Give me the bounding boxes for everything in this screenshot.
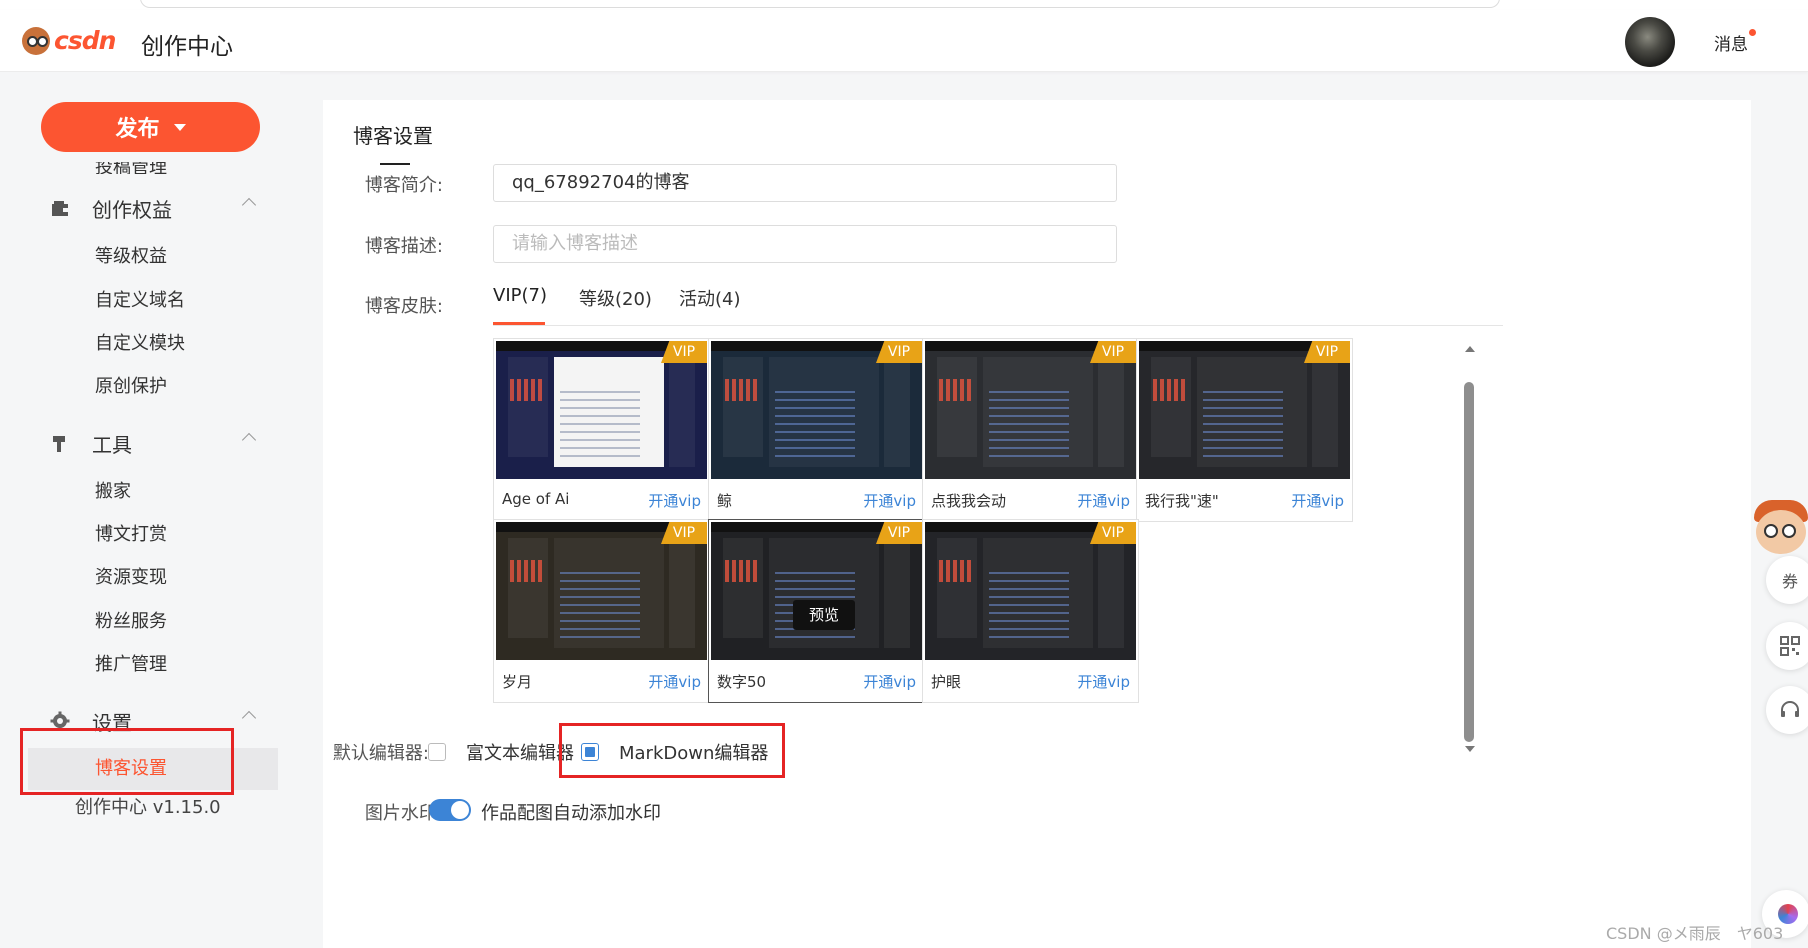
skin-name: 岁月 bbox=[502, 673, 533, 691]
skin-name: 鲸 bbox=[717, 492, 733, 510]
sidebar-item-custom-domain[interactable]: 自定义域名 bbox=[95, 286, 185, 312]
open-vip-link[interactable]: 开通vip bbox=[1291, 490, 1344, 511]
skin-card[interactable]: VIP 鲸 开通vip bbox=[708, 338, 925, 522]
open-vip-link[interactable]: 开通vip bbox=[863, 671, 916, 692]
mascot-icon bbox=[22, 26, 50, 55]
richtext-checkbox[interactable] bbox=[428, 743, 446, 761]
chevron-up-icon[interactable] bbox=[241, 197, 257, 213]
blog-desc-input[interactable]: 请输入博客描述 bbox=[493, 225, 1117, 263]
version-label: 创作中心 v1.15.0 bbox=[75, 797, 221, 818]
customer-service-button[interactable] bbox=[1766, 686, 1808, 734]
sidebar-group-rights[interactable]: 创作权益 bbox=[50, 194, 257, 223]
skin-card[interactable]: VIP 我行我"速" 开通vip bbox=[1136, 338, 1353, 522]
watermark-toggle[interactable] bbox=[429, 799, 471, 821]
scroll-up-icon[interactable] bbox=[1465, 346, 1475, 352]
skin-thumbnail: VIP bbox=[1139, 341, 1350, 479]
editor-label: 默认编辑器: bbox=[332, 743, 429, 764]
sidebar-group-tools[interactable]: 工具 bbox=[50, 429, 257, 458]
skin-thumbnail: VIP bbox=[496, 522, 707, 660]
settings-panel: 博客设置 博客简介: qq_67892704的博客 博客描述: 请输入博客描述 … bbox=[323, 100, 1751, 948]
coupon-button[interactable]: 券 bbox=[1766, 556, 1808, 604]
skin-name: 我行我"速" bbox=[1145, 492, 1219, 510]
highlight-box-markdown bbox=[559, 723, 785, 778]
skin-scrollbar[interactable] bbox=[1461, 338, 1477, 758]
caret-down-icon bbox=[173, 123, 186, 131]
page-title: 博客设置 bbox=[353, 124, 433, 148]
messages-link[interactable]: 消息 bbox=[1714, 30, 1748, 55]
open-vip-link[interactable]: 开通vip bbox=[863, 490, 916, 511]
richtext-label: 富文本编辑器 bbox=[466, 743, 574, 764]
qrcode-icon bbox=[1780, 636, 1800, 656]
desc-label: 博客描述: bbox=[364, 236, 443, 257]
skin-thumbnail: VIP bbox=[496, 341, 707, 479]
publish-button[interactable]: 发布 bbox=[41, 102, 260, 152]
editor-option-richtext[interactable]: 富文本编辑器 bbox=[428, 739, 574, 765]
tool-icon bbox=[50, 433, 72, 455]
logo-text: csdn bbox=[54, 26, 116, 55]
chevron-up-icon[interactable] bbox=[241, 710, 257, 726]
skin-card[interactable]: VIP Age of Ai 开通vip bbox=[493, 338, 710, 522]
skin-thumbnail: VIP 预览 bbox=[711, 522, 922, 660]
message-dot-badge bbox=[1749, 29, 1756, 36]
preview-button[interactable]: 预览 bbox=[793, 600, 855, 630]
skin-card[interactable]: VIP 岁月 开通vip bbox=[493, 519, 710, 703]
sidebar-group-label: 工具 bbox=[92, 433, 132, 457]
mascot-assistant[interactable] bbox=[1750, 494, 1808, 564]
tab-vip[interactable]: VIP(7) bbox=[493, 285, 547, 306]
top-header: csdn 创作中心 消息 bbox=[0, 10, 1808, 72]
sidebar-item-reward[interactable]: 博文打赏 bbox=[95, 520, 167, 546]
publish-label: 发布 bbox=[115, 116, 160, 141]
wallet-icon bbox=[50, 198, 72, 220]
tab-level[interactable]: 等级(20) bbox=[579, 285, 652, 311]
sidebar: 发布 投稿管理 创作权益 等级权益 自定义域名 自定义模块 原创保护 工具 搬家… bbox=[0, 72, 280, 948]
csdn-watermark: CSDN @メ雨辰 ヤ603 bbox=[1606, 924, 1784, 943]
sidebar-item-promotion[interactable]: 推广管理 bbox=[95, 650, 167, 676]
open-vip-link[interactable]: 开通vip bbox=[1077, 490, 1130, 511]
sidebar-item-original-protect[interactable]: 原创保护 bbox=[95, 372, 167, 398]
skin-thumbnail: VIP bbox=[711, 341, 922, 479]
qrcode-button[interactable] bbox=[1766, 622, 1808, 670]
skin-name: 点我我会动 bbox=[931, 492, 1007, 510]
intro-label: 博客简介: bbox=[364, 175, 443, 196]
skin-name: 护眼 bbox=[931, 673, 962, 691]
skin-label: 博客皮肤: bbox=[364, 296, 443, 317]
skin-name: Age of Ai bbox=[502, 490, 570, 508]
open-vip-link[interactable]: 开通vip bbox=[648, 490, 701, 511]
headset-icon bbox=[1781, 701, 1799, 717]
watermark-label: 图片水印: bbox=[364, 803, 443, 824]
skin-card[interactable]: VIP 护眼 开通vip bbox=[922, 519, 1139, 703]
watermark-toggle-label: 作品配图自动添加水印 bbox=[481, 803, 661, 824]
skin-tabs: VIP(7) 等级(20) 活动(4) bbox=[493, 281, 1503, 326]
skin-thumbnail: VIP bbox=[925, 522, 1136, 660]
sidebar-item-manage-cut[interactable]: 投稿管理 bbox=[95, 162, 167, 174]
skin-thumbnail: VIP bbox=[925, 341, 1136, 479]
title-underline bbox=[380, 163, 410, 165]
blog-intro-input[interactable]: qq_67892704的博客 bbox=[493, 164, 1117, 202]
csdn-logo[interactable]: csdn bbox=[22, 26, 116, 55]
open-vip-link[interactable]: 开通vip bbox=[1077, 671, 1130, 692]
tab-activity[interactable]: 活动(4) bbox=[679, 285, 741, 311]
sidebar-item-fans[interactable]: 粉丝服务 bbox=[95, 607, 167, 633]
skin-name: 数字50 bbox=[717, 673, 767, 691]
highlight-box-blog-settings bbox=[20, 728, 234, 795]
sidebar-item-monetize[interactable]: 资源变现 bbox=[95, 563, 167, 589]
skin-card-selected[interactable]: VIP 预览 数字50 开通vip bbox=[708, 519, 925, 703]
sidebar-item-move[interactable]: 搬家 bbox=[95, 477, 131, 503]
sidebar-group-label: 创作权益 bbox=[92, 198, 172, 222]
avatar[interactable] bbox=[1625, 17, 1675, 67]
scroll-down-icon[interactable] bbox=[1465, 746, 1475, 752]
skin-grid: VIP Age of Ai 开通vip VIP 鲸 开通vip VIP 点我我会… bbox=[493, 338, 1503, 768]
scrollbar-thumb[interactable] bbox=[1464, 382, 1474, 742]
coupon-icon: 券 bbox=[1781, 572, 1798, 591]
active-tab-underline bbox=[493, 322, 545, 325]
browser-top-strip bbox=[0, 0, 1808, 10]
skin-card[interactable]: VIP 点我我会动 开通vip bbox=[922, 338, 1139, 522]
chevron-up-icon[interactable] bbox=[241, 432, 257, 448]
header-title: 创作中心 bbox=[141, 34, 233, 60]
browser-bar bbox=[140, 0, 1500, 8]
sidebar-item-custom-module[interactable]: 自定义模块 bbox=[95, 329, 185, 355]
open-vip-link[interactable]: 开通vip bbox=[648, 671, 701, 692]
sidebar-item-level-rights[interactable]: 等级权益 bbox=[95, 242, 167, 268]
